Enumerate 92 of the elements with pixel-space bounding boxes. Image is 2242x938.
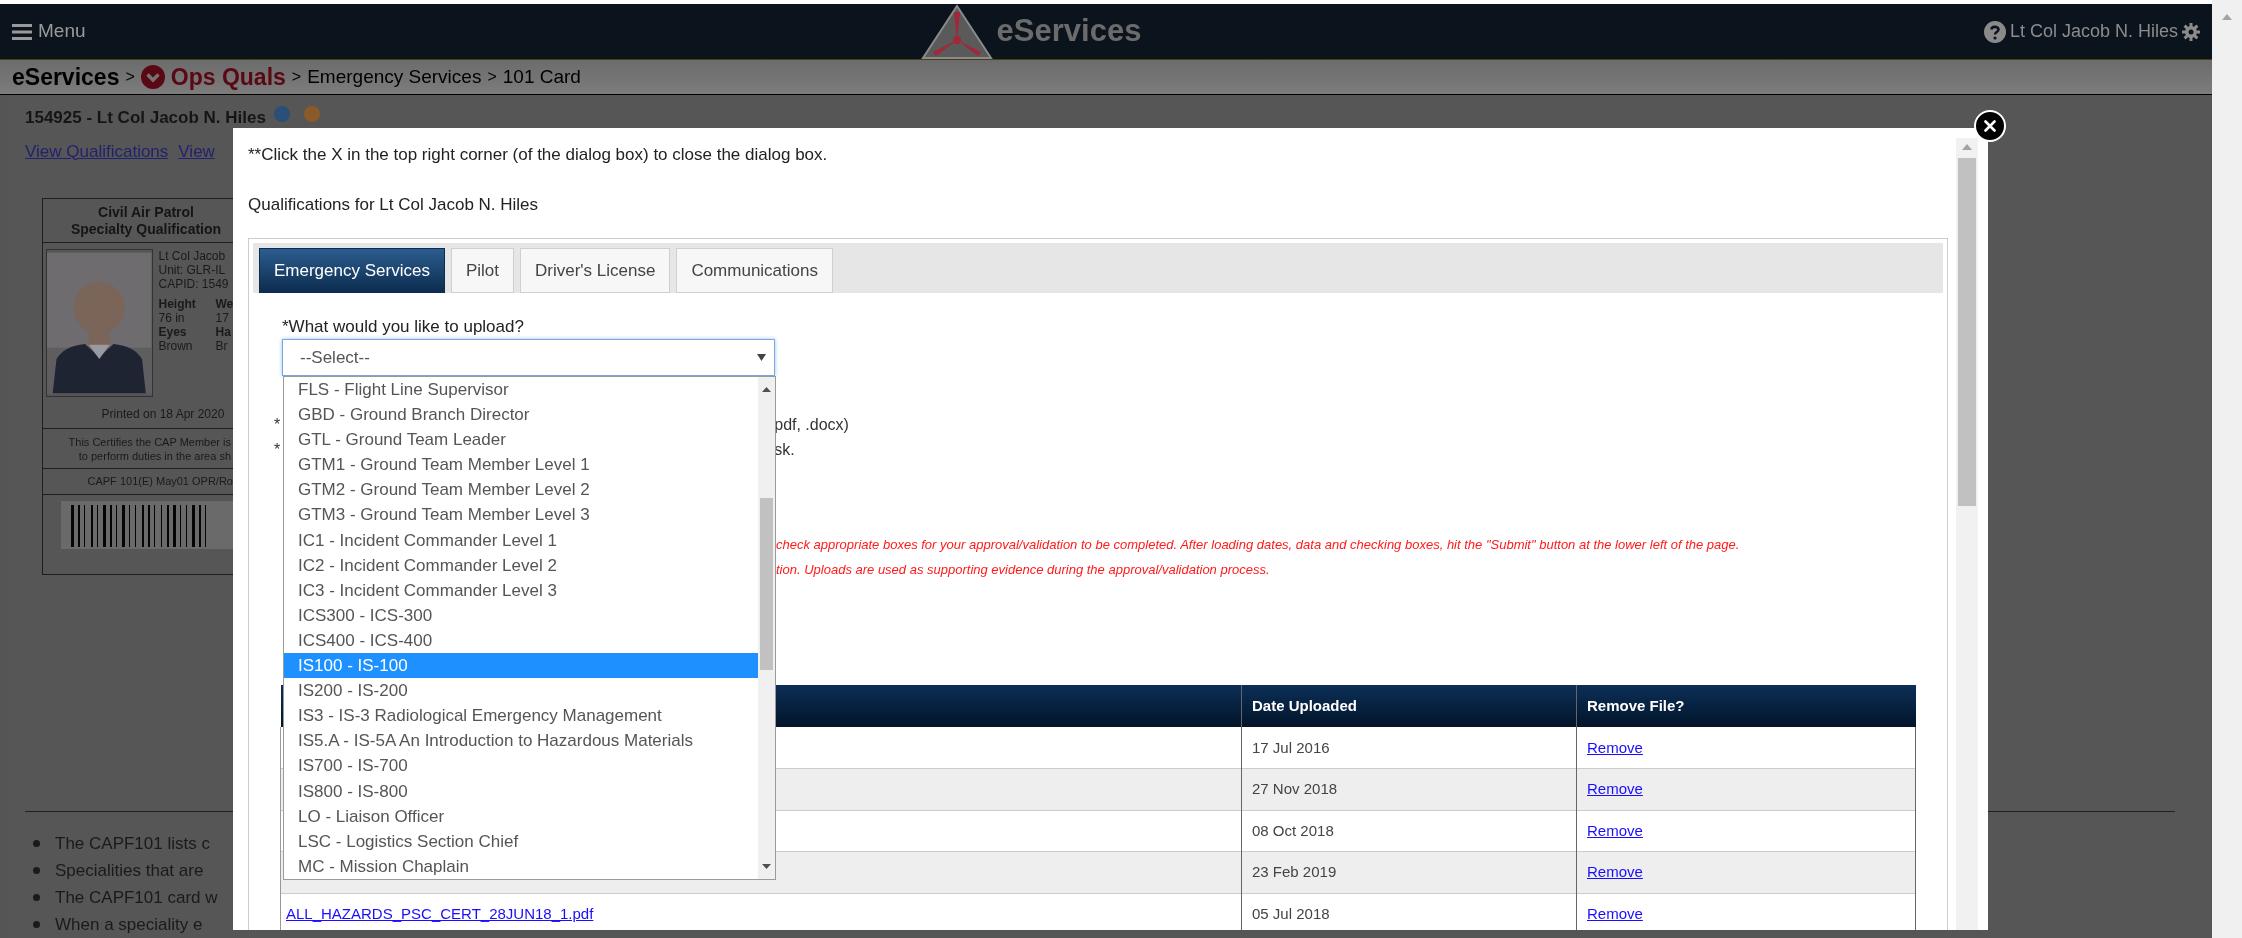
dropdown-option[interactable]: GTM2 - Ground Team Member Level 2 — [284, 477, 758, 503]
dialog-instruction: **Click the X in the top right corner (of the dialog box) to close the dialog box. — [248, 145, 829, 165]
breadcrumb-link[interactable]: 101 Card — [502, 62, 581, 91]
dialog-scrollbar[interactable] — [1956, 138, 1978, 930]
upload-label: *What would you like to upload? — [282, 317, 525, 337]
dropdown-option[interactable]: ICS300 - ICS-300 — [284, 602, 758, 628]
remove-link[interactable]: Remove — [1587, 863, 1643, 881]
note-text: When a speciality e — [55, 913, 203, 936]
options-list[interactable] — [283, 376, 776, 880]
required-mark: * — [274, 414, 281, 435]
remove-link[interactable]: Remove — [1587, 904, 1643, 922]
logo-text: eServices — [996, 12, 1142, 51]
dropdown-option[interactable]: IS800 - IS-800 — [284, 778, 758, 804]
stat-value: Br — [215, 339, 229, 353]
breadcrumb-separator: > — [125, 66, 135, 87]
date-cell: 27 Nov 2018 — [1252, 780, 1338, 798]
dropdown-option[interactable]: IS700 - IS-700 — [284, 753, 758, 779]
remove-link[interactable]: Remove — [1587, 821, 1643, 839]
note-text: Specialities that are — [55, 859, 204, 882]
required-mark: * — [274, 439, 281, 460]
card-title: Civil Air Patrol — [97, 203, 194, 221]
dropdown-option[interactable]: IC2 - Incident Commander Level 2 — [284, 552, 758, 578]
notice-text: tion. Uploads are used as supporting evidence during the approval/validation process. — [776, 560, 1270, 579]
upload-select[interactable]: --Select-- — [282, 339, 775, 376]
menu-button[interactable]: Menu — [12, 17, 86, 46]
dropdown-option[interactable]: GTM3 - Ground Team Member Level 3 — [284, 502, 758, 528]
scroll-up-icon[interactable] — [762, 387, 771, 392]
dropdown-option[interactable]: LSC - Logistics Section Chief — [284, 828, 758, 854]
tab[interactable]: Emergency Services — [259, 248, 445, 293]
dropdown-option[interactable]: MC - Mission Chaplain — [284, 853, 758, 879]
stat-value: 76 in — [158, 311, 186, 325]
scroll-down-icon[interactable] — [762, 864, 771, 869]
remove-link[interactable]: Remove — [1587, 738, 1643, 756]
chevron-circle-icon — [140, 64, 165, 89]
page-scrollbar[interactable] — [2212, 0, 2242, 938]
dropdown-option[interactable]: LO - Liaison Officer — [284, 803, 758, 829]
date-cell: 17 Jul 2016 — [1252, 738, 1330, 756]
dropdown-option[interactable]: IS5.A - IS-5A An Introduction to Hazardous Materials — [284, 728, 758, 754]
form-id: CAPF 101(E) May01 OPR/Ro — [87, 474, 233, 490]
file-link[interactable]: ALL_HAZARDS_PSC_CERT_28JUN18_1.pdf — [286, 904, 594, 922]
printed-date: Printed on 18 Apr 2020 — [100, 405, 225, 423]
settings-icon[interactable] — [2182, 22, 2200, 41]
bullet-icon — [33, 894, 40, 901]
stat-label: Ha — [215, 325, 232, 339]
member-title: 154925 - Lt Col Jacob N. Hiles — [25, 107, 266, 129]
breadcrumb-separator: > — [291, 66, 302, 87]
scroll-thumb[interactable] — [760, 498, 773, 670]
stat-label: We — [215, 297, 233, 311]
dropdown-option[interactable]: IS3 - IS-3 Radiological Emergency Management — [284, 703, 758, 729]
breadcrumb-separator: > — [487, 66, 497, 87]
column-header: Date Uploaded — [1241, 685, 1577, 727]
note-text: The CAPF101 lists c — [55, 832, 210, 855]
bullet-icon — [33, 840, 40, 847]
menu-icon — [12, 23, 32, 40]
breadcrumb-link[interactable]: eServices — [12, 59, 120, 94]
dropdown-option[interactable]: IC1 - Incident Commander Level 1 — [284, 527, 758, 553]
stat-value: Brown — [158, 339, 194, 353]
dropdown-option[interactable]: IS200 - IS-200 — [284, 678, 758, 704]
list-scrollbar[interactable] — [758, 377, 775, 879]
dropdown-option[interactable]: ICS400 - ICS-400 — [284, 627, 758, 654]
breadcrumb-link[interactable]: Emergency Services — [307, 62, 482, 91]
close-icon — [1984, 120, 1996, 132]
tab[interactable]: Pilot — [450, 248, 514, 293]
date-cell: 08 Oct 2018 — [1252, 821, 1334, 839]
stat-label: Eyes — [158, 325, 188, 339]
column-header: Remove File? — [1576, 685, 1916, 727]
scroll-thumb[interactable] — [1958, 158, 1976, 506]
tab[interactable]: Communications — [676, 248, 833, 293]
notice-text: check appropriate boxes for your approval/validation to be completed. After loading dates, data and checking boxes, hit the "Submit" button at the lower left of the page. — [776, 535, 1740, 554]
date-cell: 23 Feb 2019 — [1252, 863, 1337, 881]
card-title: Specialty Qualification — [69, 220, 222, 238]
dropdown-option[interactable]: GTM1 - Ground Team Member Level 1 — [284, 452, 758, 478]
card-detail: Unit: GLR-IL — [158, 263, 227, 277]
note-text: The CAPF101 card w — [55, 886, 218, 909]
date-cell: 05 Jul 2018 — [1252, 904, 1330, 922]
bullet-icon — [33, 867, 40, 874]
dropdown-option[interactable]: GTL - Ground Team Leader — [284, 427, 758, 453]
dialog-heading: Qualifications for Lt Col Jacob N. Hiles — [248, 195, 540, 215]
logo-icon — [920, 3, 993, 60]
user-name-link[interactable]: Lt Col Jacob N. Hiles — [2009, 18, 2178, 45]
dropdown-caret-icon — [757, 354, 766, 361]
tab[interactable]: Driver's License — [519, 248, 671, 293]
dropdown-option[interactable]: GBD - Ground Branch Director — [284, 402, 758, 428]
dropdown-option[interactable]: IC3 - Incident Commander Level 3 — [284, 577, 758, 603]
stat-label: Height — [158, 297, 197, 311]
stat-value: 17 — [215, 311, 230, 325]
card-detail: CAPID: 1549 — [158, 277, 230, 291]
card-detail: Lt Col Jacob — [158, 249, 227, 263]
help-icon[interactable] — [1983, 20, 2006, 43]
dropdown-option[interactable]: FLS - Flight Line Supervisor — [284, 377, 758, 403]
bullet-icon — [33, 921, 40, 928]
remove-link[interactable]: Remove — [1587, 780, 1643, 798]
